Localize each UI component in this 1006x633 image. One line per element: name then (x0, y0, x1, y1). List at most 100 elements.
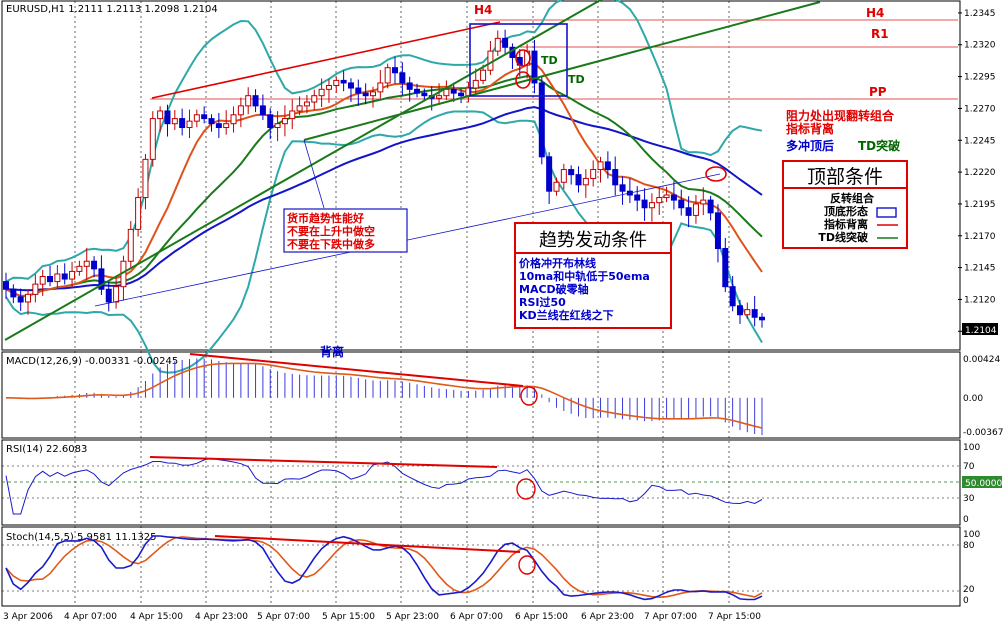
candle-body (230, 114, 237, 125)
candle-body (39, 276, 46, 285)
price-tick-label: 1.2345 (964, 9, 996, 19)
candle-body (201, 114, 208, 120)
pp-label: PP (869, 85, 887, 99)
time-tick-label: 6 Apr 23:00 (581, 612, 634, 622)
candle-body (47, 276, 54, 283)
candle-body (32, 283, 39, 295)
candle-body (318, 88, 325, 97)
time-tick-label: 4 Apr 23:00 (195, 612, 248, 622)
currency-trend-note-1: 货币趋势性能好 (286, 211, 364, 225)
candle-body (245, 95, 252, 107)
macd-header: MACD(12,26,9) -0.00331 -0.00245 (6, 356, 178, 367)
candle-body (634, 194, 641, 201)
price-tick-label: 1.2320 (964, 41, 996, 51)
trend-cond-3: MACD破零轴 (519, 282, 589, 296)
candle-body (296, 105, 303, 112)
candle-body (450, 88, 457, 94)
candle-body (274, 123, 281, 129)
price-tick-label: 1.2120 (964, 295, 996, 305)
rsi-header: RSI(14) 22.6083 (6, 444, 87, 455)
price-tick-label: 1.2170 (964, 232, 996, 242)
legend-top-bottom: 顶底形态 (824, 204, 868, 218)
macd-divergence-label: 背离 (320, 344, 344, 359)
candle-body (223, 123, 230, 129)
candle-body (83, 260, 90, 267)
candle-body (252, 95, 259, 107)
resistance-note: 阻力处出现翻转组合 (786, 108, 895, 123)
candle-body (494, 37, 501, 52)
candle-body (546, 156, 553, 192)
candle-body (157, 110, 164, 120)
price-tick-label: 1.2145 (964, 264, 996, 274)
candle-body (436, 95, 443, 99)
candle-body (751, 309, 758, 318)
candle-body (325, 84, 332, 90)
time-tick-label: 6 Apr 15:00 (515, 612, 568, 622)
candle-body (656, 197, 663, 204)
time-tick-label: 4 Apr 15:00 (130, 612, 183, 622)
candle-body (289, 110, 296, 120)
time-tick-label: 6 Apr 07:00 (450, 612, 503, 622)
macd-tick-top: 0.00424 (963, 355, 1000, 365)
candle-body (281, 118, 288, 125)
macd-tick-zero: 0.00 (963, 394, 983, 404)
candle-body (568, 169, 575, 176)
candle-body (186, 120, 193, 129)
stoch-header: Stoch(14,5,5) 5.9581 11.1325 (6, 532, 157, 543)
trend-start-box: 趋势发动条件 价格冲开布林线 10ma和中轨低于50ema MACD破零轴 RS… (514, 222, 672, 329)
time-tick-label: 3 Apr 2006 (3, 612, 53, 622)
candle-body (259, 105, 266, 116)
candle-body (759, 316, 765, 321)
rsi-panel (1, 439, 961, 526)
candle-body (69, 270, 76, 280)
candle-body (575, 174, 582, 186)
price-tick-label: 1.2270 (964, 104, 996, 114)
candle-body (61, 273, 68, 280)
candle-body (729, 286, 736, 307)
candle-body (700, 199, 707, 205)
candle-body (311, 95, 318, 103)
candle-body (54, 273, 61, 283)
multi-top-note: 多冲顶后 (786, 138, 834, 153)
time-tick-label: 5 Apr 15:00 (322, 612, 375, 622)
candle-body (267, 114, 274, 129)
candle-body (619, 184, 626, 192)
price-tick-label: 1.2295 (964, 73, 996, 83)
candle-body (487, 50, 494, 71)
candle-body (502, 37, 509, 48)
chart-root: EURUSD,H1 1.2111 1.2113 1.2098 1.2104 H4… (0, 0, 1006, 629)
legend-td: TD线突破 (818, 230, 868, 244)
candle-body (707, 199, 714, 214)
td-label-2: TD (568, 73, 585, 86)
candle-body (582, 177, 589, 186)
candle-body (91, 260, 98, 270)
candle-body (215, 123, 222, 129)
candle-body (560, 169, 567, 183)
candle-body (612, 169, 619, 186)
candle-body (399, 72, 406, 84)
trend-start-title: 趋势发动条件 (539, 230, 647, 251)
legend-divergence: 指标背离 (824, 217, 868, 231)
candle-body (340, 79, 347, 84)
candle-body (421, 92, 428, 97)
candle-body (392, 67, 399, 74)
candle-body (127, 228, 134, 262)
candle-body (208, 118, 215, 125)
currency-trend-box: 货币趋势性能好 不要在上升中做空 不要在下跌中做多 (283, 208, 408, 253)
candle-body (648, 202, 655, 209)
candle-body (17, 296, 24, 303)
currency-trend-note-2: 不要在上升中做空 (287, 224, 375, 238)
candle-body (384, 67, 391, 84)
divergence-note: 指标背离 (786, 121, 834, 136)
candle-body (597, 161, 604, 171)
candle-body (193, 114, 200, 122)
candle-body (590, 169, 597, 179)
h4-label-top: H4 (474, 3, 492, 17)
stoch-tick-80: 80 (963, 541, 975, 551)
top-conditions-title: 顶部条件 (807, 166, 883, 188)
candle-body (604, 161, 611, 171)
candle-body (237, 105, 244, 116)
stoch-tick-0: 0 (963, 596, 969, 606)
price-tick-label: 1.2245 (964, 136, 996, 146)
rsi-tick-0: 0 (963, 515, 969, 525)
